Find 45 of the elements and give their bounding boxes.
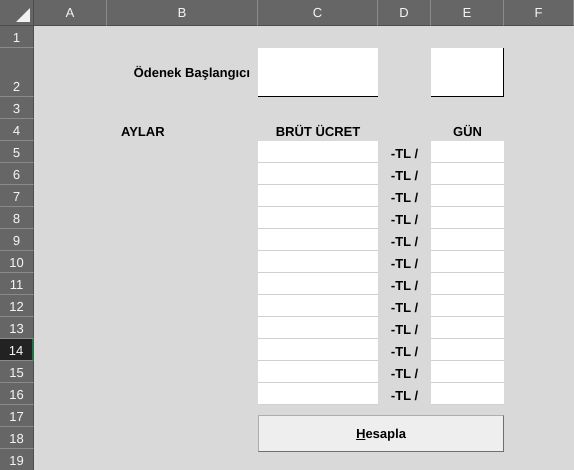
row-header[interactable]: 4 bbox=[0, 119, 34, 141]
unit-label: -TL / bbox=[390, 276, 418, 292]
column-header[interactable]: E bbox=[431, 0, 504, 26]
row-header[interactable]: 17 bbox=[0, 405, 34, 427]
row-header[interactable]: 11 bbox=[0, 273, 34, 295]
row-header[interactable]: 15 bbox=[0, 361, 34, 383]
unit-label: -TL / bbox=[390, 364, 418, 380]
row-header[interactable]: 1 bbox=[0, 26, 34, 48]
row-header[interactable]: 18 bbox=[0, 427, 34, 449]
row-header[interactable]: 10 bbox=[0, 251, 34, 273]
row-header[interactable]: 7 bbox=[0, 185, 34, 207]
row-header[interactable]: 19 bbox=[0, 449, 34, 470]
unit-label: -TL / bbox=[390, 386, 418, 402]
column-header[interactable]: D bbox=[378, 0, 431, 26]
start-label: Ödenek Başlangıcı bbox=[134, 65, 251, 80]
input-cell[interactable] bbox=[431, 48, 504, 97]
months-label: AYLAR bbox=[120, 124, 165, 141]
input-cell[interactable] bbox=[258, 48, 378, 97]
row-header[interactable]: 14 bbox=[0, 339, 34, 361]
row-header[interactable]: 16 bbox=[0, 383, 34, 405]
row-header[interactable]: 2 bbox=[0, 48, 34, 97]
unit-label: -TL / bbox=[390, 298, 418, 314]
column-header[interactable]: B bbox=[107, 0, 258, 26]
row-header[interactable]: 12 bbox=[0, 295, 34, 317]
row-header[interactable]: 9 bbox=[0, 229, 34, 251]
calculate-button[interactable]: Hesapla bbox=[258, 415, 504, 452]
column-header[interactable]: A bbox=[34, 0, 107, 26]
unit-label: -TL / bbox=[390, 254, 418, 270]
unit-label: -TL / bbox=[390, 210, 418, 226]
row-header[interactable]: 8 bbox=[0, 207, 34, 229]
unit-label: -TL / bbox=[390, 188, 418, 204]
unit-label: -TL / bbox=[390, 232, 418, 248]
column-header[interactable]: C bbox=[258, 0, 378, 26]
select-all-icon[interactable] bbox=[16, 8, 30, 22]
unit-label: -TL / bbox=[390, 144, 418, 160]
row-header[interactable]: 3 bbox=[0, 97, 34, 119]
row-header[interactable]: 6 bbox=[0, 163, 34, 185]
column-header[interactable]: F bbox=[504, 0, 574, 26]
column-label: GÜN bbox=[453, 124, 482, 141]
column-label: BRÜT ÜCRET bbox=[276, 124, 360, 141]
row-header[interactable]: 13 bbox=[0, 317, 34, 339]
unit-label: -TL / bbox=[390, 342, 418, 358]
unit-label: -TL / bbox=[390, 320, 418, 336]
unit-label: -TL / bbox=[390, 166, 418, 182]
row-header[interactable]: 5 bbox=[0, 141, 34, 163]
